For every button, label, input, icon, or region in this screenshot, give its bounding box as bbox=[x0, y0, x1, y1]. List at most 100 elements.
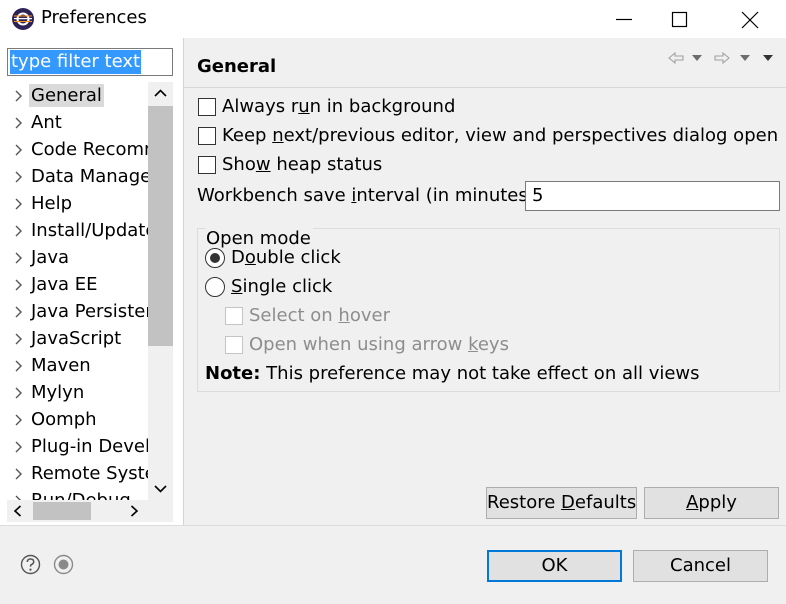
checkbox-box[interactable] bbox=[198, 98, 216, 116]
close-icon bbox=[741, 11, 759, 29]
tree-item[interactable]: Data Manage bbox=[7, 163, 148, 190]
tree-item-label: General bbox=[29, 84, 104, 107]
chevron-right-icon[interactable] bbox=[14, 468, 24, 480]
apply-button[interactable]: Apply bbox=[644, 487, 779, 519]
open-mode-note: Note: This preference may not take effec… bbox=[205, 363, 700, 384]
dialog-button-bar: OK Cancel bbox=[0, 525, 786, 604]
tree-item[interactable]: Java Persisten bbox=[7, 298, 148, 325]
scroll-up-button[interactable] bbox=[148, 82, 173, 104]
page-content: Always run in background Keep next/previ… bbox=[184, 89, 786, 525]
chevron-right-icon[interactable] bbox=[14, 360, 24, 372]
tree-item-label: Ant bbox=[31, 112, 62, 133]
chevron-right-icon[interactable] bbox=[14, 90, 24, 102]
tree-item[interactable]: JavaScript bbox=[7, 325, 148, 352]
tree-item-label: Help bbox=[31, 193, 73, 214]
restore-defaults-button[interactable]: Restore Defaults bbox=[486, 487, 637, 519]
open-mode-group: Open mode Double click Single click Sele… bbox=[197, 227, 780, 392]
page-header: General bbox=[184, 38, 786, 88]
preference-tree-pane: type filter text General Ant Code Recomm Da… bbox=[0, 38, 183, 525]
minimize-icon bbox=[616, 18, 632, 21]
back-arrow-icon[interactable] bbox=[668, 50, 684, 66]
forward-arrow-icon[interactable] bbox=[714, 50, 730, 66]
tree-item-label: Maven bbox=[31, 355, 91, 376]
tree-item[interactable]: Java bbox=[7, 244, 148, 271]
chevron-up-icon bbox=[154, 89, 167, 97]
tree-item-label: Java EE bbox=[31, 274, 98, 295]
filter-text: type filter text bbox=[10, 50, 142, 74]
scroll-right-button[interactable] bbox=[123, 500, 145, 522]
checkbox-label: Keep next/previous editor, view and pers… bbox=[222, 125, 779, 146]
checkbox-box[interactable] bbox=[198, 127, 216, 145]
preference-page: General Always run in background Keep ne… bbox=[184, 38, 786, 525]
checkbox-label: Show heap status bbox=[222, 154, 383, 175]
chevron-down-icon bbox=[154, 485, 167, 493]
chevron-right-icon[interactable] bbox=[14, 333, 24, 345]
tree-horizontal-scrollbar[interactable] bbox=[7, 500, 173, 522]
chevron-right-icon[interactable] bbox=[14, 171, 24, 183]
record-icon[interactable] bbox=[53, 554, 74, 575]
back-dropdown-icon[interactable] bbox=[691, 54, 703, 62]
chevron-right-icon[interactable] bbox=[14, 441, 24, 453]
save-interval-label: Workbench save interval (in minutes): bbox=[197, 185, 541, 206]
chevron-right-icon[interactable] bbox=[14, 117, 24, 129]
close-button[interactable] bbox=[722, 0, 778, 38]
chevron-right-icon[interactable] bbox=[14, 252, 24, 264]
chevron-right-icon[interactable] bbox=[14, 279, 24, 291]
tree-item-label: Install/Update bbox=[31, 220, 148, 241]
scroll-down-button[interactable] bbox=[148, 478, 173, 500]
tree-item-label: JavaScript bbox=[31, 328, 122, 349]
tree-item-label: Mylyn bbox=[31, 382, 85, 403]
tree-item[interactable]: Code Recomm bbox=[7, 136, 148, 163]
tree-item[interactable]: Ant bbox=[7, 109, 148, 136]
radio-button[interactable] bbox=[205, 248, 225, 268]
ok-button[interactable]: OK bbox=[487, 550, 622, 582]
tree-item[interactable]: Help bbox=[7, 190, 148, 217]
radio-label: Double click bbox=[231, 247, 341, 268]
radio-selected-dot bbox=[210, 253, 220, 263]
chevron-right-icon[interactable] bbox=[14, 144, 24, 156]
tree-item[interactable]: Install/Update bbox=[7, 217, 148, 244]
checkbox-box bbox=[225, 307, 243, 325]
cancel-button[interactable]: Cancel bbox=[633, 550, 768, 582]
tree-item[interactable]: Oomph bbox=[7, 406, 148, 433]
tree-item[interactable]: Plug-in Devel bbox=[7, 433, 148, 460]
chevron-right-icon[interactable] bbox=[14, 225, 24, 237]
checkbox-label: Always run in background bbox=[222, 96, 456, 117]
eclipse-icon bbox=[12, 8, 34, 30]
tree-item[interactable]: Mylyn bbox=[7, 379, 148, 406]
chevron-right-icon[interactable] bbox=[14, 387, 24, 399]
radio-button[interactable] bbox=[205, 277, 225, 297]
checkbox-label: Select on hover bbox=[249, 305, 390, 326]
chevron-right-icon bbox=[130, 505, 139, 517]
tree-item-label: Data Manage bbox=[31, 166, 148, 187]
tree-item-label: Remote Syste bbox=[31, 463, 148, 484]
tree-vertical-scrollbar[interactable] bbox=[148, 82, 173, 500]
chevron-right-icon[interactable] bbox=[14, 306, 24, 318]
view-menu-icon[interactable] bbox=[762, 54, 774, 62]
scroll-left-button[interactable] bbox=[7, 500, 29, 522]
horizontal-scroll-thumb[interactable] bbox=[33, 502, 91, 520]
chevron-left-icon bbox=[13, 505, 22, 517]
tree-item-label: Java bbox=[31, 247, 70, 268]
page-title: General bbox=[197, 56, 277, 77]
title-bar: Preferences bbox=[0, 0, 786, 38]
forward-dropdown-icon[interactable] bbox=[739, 54, 751, 62]
window-title: Preferences bbox=[41, 7, 147, 28]
filter-input[interactable]: type filter text bbox=[7, 48, 173, 76]
chevron-right-icon[interactable] bbox=[14, 198, 24, 210]
vertical-scroll-thumb[interactable] bbox=[148, 106, 173, 346]
checkbox-label: Open when using arrow keys bbox=[249, 334, 509, 355]
tree-item[interactable]: Remote Syste bbox=[7, 460, 148, 487]
checkbox-box[interactable] bbox=[198, 156, 216, 174]
minimize-button[interactable] bbox=[596, 0, 652, 38]
save-interval-input[interactable]: 5 bbox=[525, 181, 780, 211]
tree-item-label: Code Recomm bbox=[31, 139, 148, 160]
tree-item[interactable]: General bbox=[7, 82, 148, 109]
tree-item[interactable]: Java EE bbox=[7, 271, 148, 298]
tree-item-label: Oomph bbox=[31, 409, 97, 430]
help-icon[interactable] bbox=[20, 554, 41, 575]
checkbox-box bbox=[225, 336, 243, 354]
maximize-button[interactable] bbox=[652, 0, 708, 38]
tree-item[interactable]: Maven bbox=[7, 352, 148, 379]
chevron-right-icon[interactable] bbox=[14, 414, 24, 426]
